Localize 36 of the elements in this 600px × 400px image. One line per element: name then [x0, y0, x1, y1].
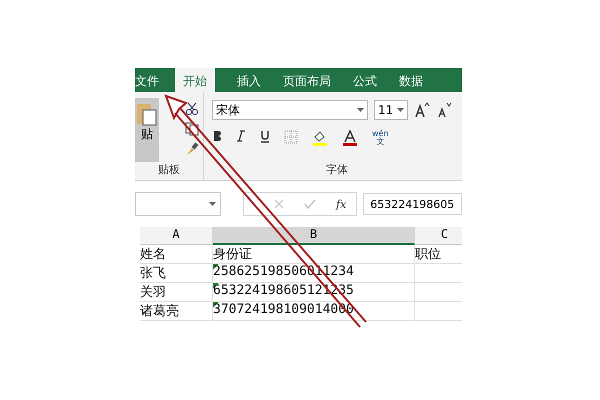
insert-function-button[interactable]: fx — [336, 198, 346, 210]
table-cell: 诸葛亮 — [140, 302, 213, 321]
caret-icon[interactable] — [397, 108, 404, 112]
scissors-icon[interactable] — [185, 102, 199, 116]
bold-icon[interactable] — [212, 130, 222, 142]
ribbon-tab[interactable]: 数据 — [399, 68, 423, 92]
font-name-field[interactable]: 宋体 — [212, 100, 368, 120]
ribbon-tab[interactable]: 开始 — [175, 68, 215, 92]
phonetic-button[interactable]: wén 文 — [372, 130, 389, 146]
ribbon-tab[interactable]: 插入 — [237, 68, 261, 92]
font-size-field[interactable]: 11 — [374, 100, 408, 120]
column-header[interactable]: A — [140, 227, 213, 245]
paste-button[interactable]: 贴 — [135, 98, 159, 162]
fill-color-icon[interactable] — [312, 130, 328, 146]
ribbon-tab[interactable]: 页面布局 — [283, 68, 331, 92]
paintbrush-icon[interactable] — [185, 142, 199, 156]
underline-icon[interactable] — [260, 130, 270, 143]
shrink-font-icon[interactable] — [436, 102, 452, 118]
table-cell: 姓名 — [140, 245, 213, 264]
table-cell: 张飞 — [140, 264, 213, 283]
table-cell: 职位 — [415, 245, 462, 264]
group-label: 字体 — [325, 162, 349, 178]
name-box-field[interactable] — [135, 192, 221, 216]
italic-icon[interactable] — [236, 130, 246, 142]
caret-icon[interactable] — [209, 202, 216, 206]
formula-input-field[interactable]: 653224198605 — [363, 193, 462, 215]
border-icon[interactable] — [284, 130, 298, 144]
group-label: 贴板 — [157, 162, 181, 178]
table-cell: 关羽 — [140, 283, 213, 302]
caret-icon[interactable] — [357, 108, 364, 112]
ribbon-tab[interactable]: 文件 — [135, 68, 159, 92]
ribbon-tab[interactable]: 公式 — [353, 68, 377, 92]
font-color-icon[interactable] — [342, 130, 358, 146]
column-header[interactable]: B — [213, 227, 415, 245]
column-header[interactable]: C — [415, 227, 462, 245]
grow-font-icon[interactable] — [414, 102, 430, 118]
